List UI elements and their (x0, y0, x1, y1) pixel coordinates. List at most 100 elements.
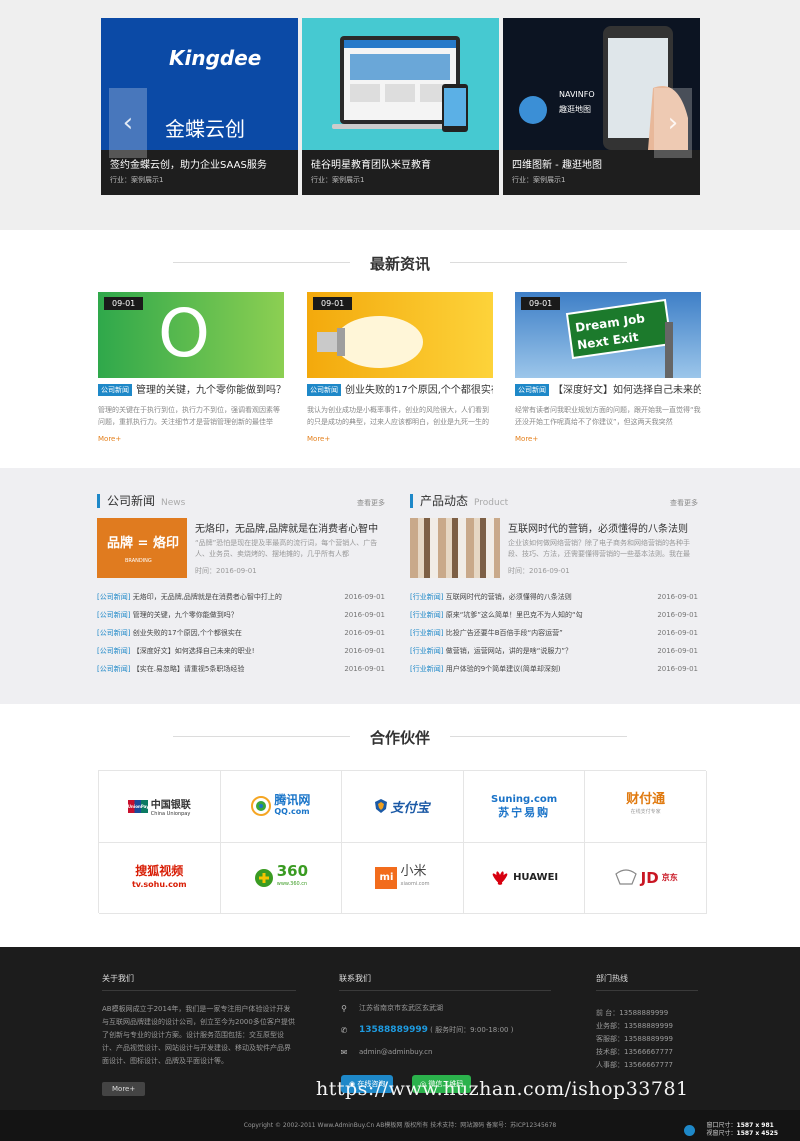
slider-prev-arrow-icon[interactable]: ‹ (109, 88, 147, 158)
item-date: 2016-09-01 (340, 606, 385, 624)
jd-logo: JD 京东 (614, 868, 678, 888)
partner-name: 中国银联 (150, 799, 191, 811)
partner-qq[interactable]: 腾讯网 QQ.com (220, 771, 343, 843)
news-title-text: 管理的关键，九个零你能做到吗？ (136, 385, 284, 396)
jd-dog-icon (614, 869, 637, 885)
partner-subname: xiaomi.com (400, 880, 430, 887)
partner-unionpay[interactable]: UnionPay 中国银联 China Unionpay (99, 771, 221, 843)
hotline-row: 业务部：13588889999 (596, 1022, 673, 1030)
news-more-link[interactable]: More+ (98, 435, 284, 443)
case-card-kingdee[interactable]: Kingdee 金蝶云创 签约金蝶云创，助力企业SAAS服务 行业：案例展示1 … (101, 18, 298, 195)
item-category: [行业新闻] (410, 593, 444, 601)
list-item[interactable]: [行业新闻] 原来“坑爹”这么简单！里巴克不为人知的“勾 2016-09-01 (410, 606, 698, 624)
list-item[interactable]: [公司新闻] 无烙印，无品牌,品牌就是在消费者心智中打上的 2016-09-01 (97, 588, 385, 606)
watermark-text: https://www.huzhan.com/ishop33781 (316, 1078, 689, 1100)
item-category: [公司新闻] (97, 593, 131, 601)
item-category: [公司新闻] (97, 665, 131, 673)
featured-article[interactable]: 互联网时代的营销，必须懂得的八条法则 企业该如何做网络营销？除了电子商务和网络营… (410, 518, 698, 578)
news-title[interactable]: 公司新闻【深度好文】如何选择自己未来的职业！ (515, 384, 701, 398)
list-item[interactable]: [行业新闻] 用户体验的9个简单建议(简单却深刻) 2016-09-01 (410, 660, 698, 678)
news-image: 09-01 (307, 292, 493, 378)
partner-sohu[interactable]: 搜狐视频 tv.sohu.com (99, 842, 221, 914)
footer-contact: 联系我们 ⚲ 江苏省南京市玄武区玄武湖 ✆ 13588889999 ( 服务时间：9… (339, 973, 551, 1063)
view-more-link[interactable]: 查看更多 (670, 496, 698, 510)
list-item[interactable]: [公司新闻] 创业失败的17个原因,个个都很实在 2016-09-01 (97, 624, 385, 642)
news-image: O 09-01 (98, 292, 284, 378)
view-more-link[interactable]: 查看更多 (357, 496, 385, 510)
news-card[interactable]: 09-01 公司新闻 创业失败的17个原因,个个都很实在 我认为创业成功是小概率事… (307, 292, 493, 443)
partner-360[interactable]: 360 www.360.cn (220, 842, 343, 914)
footer-heading: 部门热线 (596, 973, 698, 991)
company-news-column: 公司新闻 News 查看更多 品牌 = 烙印 BRANDING 无烙印，无品牌,品… (97, 494, 385, 678)
news-title-text: 【深度好文】如何选择自己未来的职业！ (553, 385, 701, 396)
featured-article[interactable]: 品牌 = 烙印 BRANDING 无烙印，无品牌,品牌就是在消费者心智中 “品牌… (97, 518, 385, 578)
item-date: 2016-09-01 (653, 588, 698, 606)
item-title: 【实在.易忽略】请重视5条职场经验 (132, 665, 245, 673)
hotline-row: 客服部：13588889999 (596, 1035, 673, 1043)
item-title: 用户体验的9个简单建议(简单却深刻) (445, 665, 561, 673)
column-header: 产品动态 Product 查看更多 (410, 494, 698, 508)
window-size-value: 1587 x 981 (736, 1122, 774, 1129)
list-item[interactable]: [行业新闻] 互联网时代的营销，必须懂得的八条法则 2016-09-01 (410, 588, 698, 606)
item-category: [行业新闻] (410, 611, 444, 619)
partner-suning[interactable]: Suning.com 苏宁易购 (463, 771, 586, 843)
slider-next-arrow-icon[interactable]: › (654, 88, 692, 158)
sohu-logo: 搜狐视频 tv.sohu.com (132, 864, 187, 892)
news-more-link[interactable]: More+ (515, 435, 701, 443)
item-category: [公司新闻] (97, 629, 131, 637)
section-title-text: 最新资讯 (349, 253, 450, 274)
featured-title[interactable]: 互联网时代的营销，必须懂得的八条法则 (508, 520, 688, 535)
footer-heading: 联系我们 (339, 973, 551, 991)
screen-tool-icon[interactable] (684, 1125, 695, 1136)
partner-subname: China Unionpay (150, 810, 191, 817)
column-title-en: Product (474, 498, 509, 508)
news-more-link[interactable]: More+ (307, 435, 493, 443)
news-card[interactable]: Dream Job Next Exit 09-01 公司新闻 【深度好文】如何选择… (515, 292, 701, 443)
about-more-button[interactable]: More+ (102, 1082, 146, 1096)
hotline-row: 技术部：13566667777 (596, 1048, 673, 1056)
list-item[interactable]: [公司新闻] 管理的关键，九个零你能做到吗？ 2016-09-01 (97, 606, 385, 624)
about-text: AB模板网成立于2014年，我们是一家专注用户体验设计开发与互联网品牌建设的设计… (102, 1005, 295, 1065)
partner-huawei[interactable]: HUAWEI (463, 842, 586, 914)
contact-address-row: ⚲ 江苏省南京市玄武区玄武湖 (339, 997, 551, 1019)
location-pin-icon: ⚲ (341, 1003, 347, 1013)
huawei-logo: HUAWEI (490, 870, 558, 886)
item-date: 2016-09-01 (653, 624, 698, 642)
case-image (302, 18, 499, 150)
partner-subname: QQ.com (274, 807, 310, 817)
partner-jd[interactable]: JD 京东 (585, 842, 707, 914)
news-card[interactable]: O 09-01 公司新闻 管理的关键，九个零你能做到吗？ 管理的关键在于执行到位，… (98, 292, 284, 443)
item-title: 【深度好文】如何选择自己未来的职业! (132, 647, 255, 655)
item-date: 2016-09-01 (340, 642, 385, 660)
contact-email[interactable]: admin@adminbuy.cn (359, 1048, 432, 1056)
news-title[interactable]: 公司新闻 创业失败的17个原因,个个都很实在 (307, 384, 493, 398)
news-list: [公司新闻] 无烙印，无品牌,品牌就是在消费者心智中打上的 2016-09-01 … (97, 588, 385, 678)
partner-name: JD (640, 868, 659, 887)
kingdee-logo-text: Kingdee (169, 46, 262, 70)
huawei-flower-icon (492, 871, 508, 885)
partners-section: 合作伙伴 UnionPay 中国银联 China Unionpay 腾讯网 QQ… (0, 704, 800, 947)
window-size-readout: 窗口尺寸：1587 x 981 视窗尺寸：1587 x 4525 (707, 1122, 778, 1138)
list-item[interactable]: [公司新闻] 【实在.易忽略】请重视5条职场经验 2016-09-01 (97, 660, 385, 678)
case-card-navinfo[interactable]: NAVINFO 趣逛地图 四维图新 - 趣逛地图 行业：案例展示1 › (503, 18, 700, 195)
window-size-label: 窗口尺寸： (706, 1122, 737, 1129)
news-category-tag: 公司新闻 (307, 384, 341, 396)
item-title: 比投广告还要牛B百倍手段“内容运营” (445, 629, 563, 637)
featured-image-text: 品牌 = 烙印 (107, 536, 179, 551)
partner-alipay[interactable]: 支付宝 (342, 771, 464, 843)
site-footer: 关于我们 AB模板网成立于2014年，我们是一家专注用户体验设计开发与互联网品牌… (0, 947, 800, 1141)
news-title[interactable]: 公司新闻 管理的关键，九个零你能做到吗？ (98, 384, 284, 398)
featured-title[interactable]: 无烙印，无品牌,品牌就是在消费者心智中 (195, 520, 378, 535)
list-item[interactable]: [公司新闻] 【深度好文】如何选择自己未来的职业! 2016-09-01 (97, 642, 385, 660)
case-card-midou[interactable]: 硅谷明星教育团队米豆教育 行业：案例展示1 (302, 18, 499, 195)
qq-color-icon (251, 796, 272, 817)
partner-tenpay[interactable]: 财付通 在线支付专家 (585, 771, 707, 843)
section-title-text: 合作伙伴 (349, 727, 450, 748)
partner-xiaomi[interactable]: mi 小米 xiaomi.com (342, 842, 464, 914)
list-item[interactable]: [行业新闻] 做营销，运营网站，讲的是啥“说服力”？ 2016-09-01 (410, 642, 698, 660)
partner-name: HUAWEI (513, 872, 559, 884)
list-item[interactable]: [行业新闻] 比投广告还要牛B百倍手段“内容运营” 2016-09-01 (410, 624, 698, 642)
case-title: 四维图新 - 趣逛地图 (512, 160, 602, 171)
footer-heading: 关于我们 (102, 973, 296, 991)
featured-image (410, 518, 500, 578)
